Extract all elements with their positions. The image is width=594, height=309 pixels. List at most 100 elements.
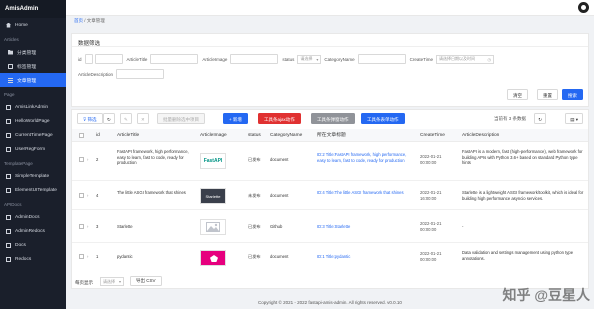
sidebar-item-category[interactable]: 分类管理 (0, 45, 66, 59)
sidebar-item-docs[interactable]: Docs (0, 238, 66, 252)
select-all-checkbox[interactable] (79, 133, 84, 138)
description-label: ArticleDescription (78, 71, 114, 77)
sidebar-item-simpletemplate[interactable]: SimpleTemplate (0, 169, 66, 183)
row-date: 2022-01-21 (420, 251, 442, 256)
column-header-status[interactable]: status (248, 133, 261, 139)
github-icon[interactable] (578, 2, 589, 13)
row-category: Github (270, 224, 283, 229)
clock-icon: ◷ (487, 56, 492, 62)
doc-icon (6, 187, 11, 193)
bulk-edit-button[interactable]: ✎ (120, 113, 132, 124)
article-image[interactable]: Starlette (200, 188, 226, 204)
fastapi-logo: FastAPI (203, 158, 223, 164)
sidebar-item-adminredocs[interactable]: AdminRedocs (0, 224, 66, 238)
row-status: 已发布 (248, 254, 261, 259)
row-ref-link[interactable]: ID:1 Title:pydantic (317, 254, 350, 260)
row-category: document (270, 157, 289, 162)
sidebar-item-elementuitemplate[interactable]: ElementUITemplate (0, 183, 66, 197)
filter-title: 数据筛选 (72, 34, 588, 47)
link-icon (6, 104, 11, 110)
expand-chevron-icon[interactable]: › (87, 157, 88, 163)
reset-button[interactable]: 重置 (537, 89, 558, 100)
sidebar-item-currenttimepage[interactable]: CurrentTimePage (0, 128, 66, 142)
table-row[interactable]: › 2 FastAPI framework, high performance,… (72, 143, 588, 181)
row-id: 4 (96, 193, 99, 198)
bulk-delete-button[interactable]: ✕ (137, 113, 149, 124)
column-header-title[interactable]: ArticleTitle (117, 133, 139, 139)
column-header-id[interactable]: id (96, 133, 100, 139)
sidebar-item-redocs[interactable]: Redocs (0, 252, 66, 266)
table-row[interactable]: › 3 Starlette 已发布 Github ID:3 Title:Star… (72, 211, 588, 243)
article-image-placeholder[interactable] (200, 219, 226, 235)
column-header-description[interactable]: ArticleDescription (462, 133, 499, 139)
createtime-picker[interactable]: 请选择日期以及时间 ◷ (436, 54, 494, 64)
row-id: 1 (96, 254, 99, 259)
category-input[interactable] (357, 54, 406, 64)
column-header-ref[interactable]: 所在文章标题 (317, 133, 346, 139)
row-checkbox[interactable] (79, 193, 84, 198)
add-button[interactable]: + 新增 (223, 113, 248, 124)
id-input-small[interactable] (84, 54, 93, 64)
clear-button[interactable]: 清空 (507, 89, 528, 100)
table-row[interactable]: › 4 The little ASGI framework that shine… (72, 182, 588, 210)
sidebar: AmisAdmin Home Articles 分类管理 标签管理 文章管理 P… (0, 0, 66, 309)
refresh-icon: ↻ (538, 117, 542, 122)
doc-icon (6, 256, 11, 262)
category-label: CategoryName (324, 56, 355, 62)
edit-icon: ✎ (124, 117, 128, 122)
app-brand[interactable]: AmisAdmin (0, 0, 66, 18)
row-description: - (462, 224, 464, 229)
status-select[interactable]: 请选择 ▾ (297, 54, 322, 64)
folder-icon (8, 50, 13, 55)
sidebar-item-home[interactable]: Home (0, 18, 66, 32)
row-title: pydantic (117, 254, 133, 259)
sidebar-item-tags[interactable]: 标签管理 (0, 59, 66, 73)
row-checkbox[interactable] (79, 157, 84, 162)
chevron-down-icon: ▾ (118, 279, 121, 284)
tag-icon (8, 63, 13, 69)
export-csv-button[interactable]: 导出 CSV (130, 276, 162, 286)
reload-button[interactable]: ↻ (534, 113, 546, 124)
refresh-icon: ↻ (107, 117, 111, 122)
sidebar-group-apidocs: APIDocs (4, 202, 22, 207)
filter-toggle-button[interactable]: ⊽ 筛选 (77, 113, 103, 124)
refresh-button[interactable]: ↻ (103, 113, 115, 124)
sidebar-item-helloworldpage[interactable]: HelloWorldPage (0, 114, 66, 128)
expand-chevron-icon[interactable]: › (87, 254, 88, 260)
sidebar-item-admindocs[interactable]: AdminDocs (0, 210, 66, 224)
row-ref-link[interactable]: ID:4 Title:The little ASGI framework tha… (317, 190, 415, 196)
row-ref-link[interactable]: ID:3 Title:Starlette (317, 224, 350, 230)
doc-icon (6, 173, 11, 179)
search-button[interactable]: 搜索 (562, 89, 583, 100)
column-toggle-button[interactable]: ▤ ▾ (565, 113, 583, 124)
column-header-image[interactable]: ArticleImage (200, 133, 227, 139)
custom-form-button[interactable]: 工具条表单动作 (361, 113, 405, 124)
row-checkbox[interactable] (79, 224, 84, 229)
custom-action-button[interactable]: 工具条弹窗动作 (311, 113, 355, 124)
row-checkbox[interactable] (79, 254, 84, 259)
column-header-category[interactable]: CategoryName (270, 133, 302, 139)
article-image[interactable] (200, 250, 226, 266)
row-ref-link[interactable]: ID:2 Title:FastAPI framework, high perfo… (317, 152, 415, 163)
custom-ajax-button[interactable]: 工具条ajax动作 (258, 113, 301, 124)
chevron-down-icon: ▾ (316, 56, 319, 62)
table-row[interactable]: › 1 pydantic 已发布 document ID:1 Title:pyd… (72, 244, 588, 270)
bulk-delete-hint[interactable]: 批量删除选中项目 (157, 113, 205, 124)
sidebar-item-userregform[interactable]: UserRegForm (0, 142, 66, 156)
image-input[interactable] (230, 54, 279, 64)
row-title: The little ASGI framework that shines (117, 190, 186, 195)
expand-chevron-icon[interactable]: › (87, 193, 88, 199)
home-icon (6, 22, 11, 28)
expand-chevron-icon[interactable]: › (87, 224, 88, 230)
title-input[interactable] (150, 54, 199, 64)
id-input[interactable] (94, 54, 123, 64)
column-header-createtime[interactable]: CreateTime (420, 133, 445, 139)
article-image[interactable]: FastAPI (200, 153, 226, 169)
title-label: ArticleTitle (126, 56, 148, 62)
description-input[interactable] (116, 69, 165, 79)
breadcrumb-home[interactable]: 首页 (74, 18, 83, 23)
sidebar-item-articles[interactable]: 文章管理 (0, 73, 66, 87)
sidebar-item-amislinkadmin[interactable]: AmisLinkAdmin (0, 100, 66, 114)
per-page-label: 每页显示 (75, 280, 93, 285)
per-page-select[interactable]: 请选择 ▾ (100, 277, 124, 286)
